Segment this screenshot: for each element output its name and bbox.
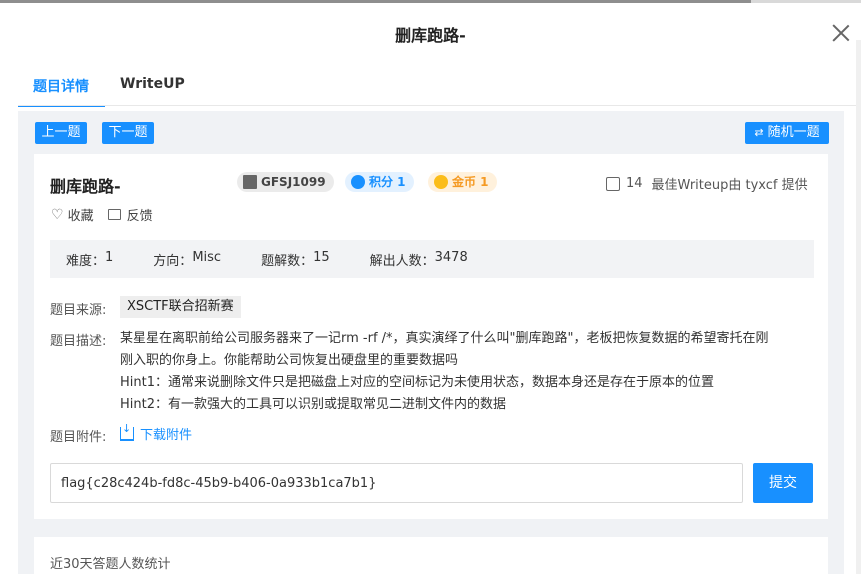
flag-input[interactable] [50,463,743,503]
like-count: 14 [626,176,643,191]
heart-icon: ♡ [51,206,64,223]
description-line: Hint2：有一款强大的工具可以识别或提取常见二进制文件内的数据 [120,397,506,412]
task-panel: 上一题 下一题 ⇄ 随机一题 删库跑路- GFSJ1099 积分 1 金币 1 1… [18,111,844,574]
stat-difficulty-value: 1 [105,249,114,265]
download-attachment-link[interactable]: 下载附件 [120,422,193,443]
stat-solutions: 题解数： 15 [261,250,330,269]
next-task-button[interactable]: 下一题 [102,122,154,144]
stat-solutions-label: 题解数： [261,253,314,269]
description-line: 某星星在离职前给公司服务器来了一记rm -rf /*，真实演绎了什么叫"删库跑路… [120,331,769,346]
coin-badge: 金币 1 [428,172,497,192]
task-id-text: GFSJ1099 [261,175,326,189]
score-icon [351,175,365,189]
coin-text: 金币 1 [452,175,489,189]
stat-solvers-label: 解出人数： [369,253,435,269]
attachment-label: 题目附件: [50,430,107,445]
stat-direction-value: Misc [192,249,222,265]
task-id-badge: GFSJ1099 [237,172,334,192]
dialog-title: 删库跑路- [395,26,466,45]
task-stats: 难度： 1 方向： Misc 题解数： 15 解出人数： 3478 [50,240,814,278]
tab-task-details[interactable]: 题目详情 [18,67,105,107]
stat-difficulty-label: 难度： [66,253,106,269]
random-task-button[interactable]: ⇄ 随机一题 [745,122,829,144]
stat-solvers-value: 3478 [434,249,468,265]
coin-icon [434,175,448,189]
stat-direction-label: 方向： [153,253,193,269]
stat-solvers: 解出人数： 3478 [370,250,468,269]
task-id-icon [243,175,257,189]
description-line: 刚入职的你身上。你能帮助公司恢复出硬盘里的重要数据吗 [120,353,459,368]
feedback-icon [107,209,121,220]
stat-difficulty: 难度： 1 [66,250,113,269]
tab-writeup[interactable]: WriteUP [105,67,201,107]
scrollbar[interactable] [856,40,861,574]
stat-direction: 方向： Misc [153,250,221,269]
like-info[interactable]: 14 最佳Writeup由 tyxcf 提供 [606,174,808,193]
prev-task-button[interactable]: 上一题 [35,122,87,144]
tab-bar: 题目详情 WriteUP [18,67,201,107]
task-actions: ♡ 收藏 反馈 [51,205,167,225]
thumbs-up-icon[interactable] [606,176,620,191]
description-line: Hint1：通常来说删除文件只是把磁盘上对应的空间标记为未使用状态，数据本身还是… [120,375,714,390]
shuffle-icon: ⇄ [754,126,764,139]
favorite-label: 收藏 [67,209,94,224]
download-icon [120,422,134,441]
recent-stats-title: 近30天答题人数统计 [50,557,171,572]
description-text: 某星星在离职前给公司服务器来了一记rm -rf /*，真实演绎了什么叫"删库跑路… [120,328,820,416]
download-label: 下载附件 [140,428,193,443]
submit-button[interactable]: 提交 [753,463,813,503]
score-badge: 积分 1 [345,172,414,192]
task-title: 删库跑路- [50,177,121,196]
feedback-label: 反馈 [126,209,153,224]
feedback-button[interactable]: 反馈 [107,205,153,224]
writeup-credit: 最佳Writeup由 tyxcf 提供 [651,178,808,193]
stat-solutions-value: 15 [313,249,330,265]
tab-divider [18,105,856,106]
description-label: 题目描述: [50,334,107,349]
random-task-label: 随机一题 [767,125,820,140]
source-tag: XSCTF联合招新赛 [120,296,241,318]
score-text: 积分 1 [369,175,406,189]
task-card: 删库跑路- GFSJ1099 积分 1 金币 1 14 最佳Writeup由 t… [34,154,828,519]
source-label: 题目来源: [50,303,107,318]
recent-stats-card: 近30天答题人数统计 [34,537,828,574]
favorite-button[interactable]: ♡ 收藏 [51,205,94,225]
window-top-border [0,0,861,3]
close-icon[interactable] [832,24,850,42]
window-top-border-right [751,0,861,3]
